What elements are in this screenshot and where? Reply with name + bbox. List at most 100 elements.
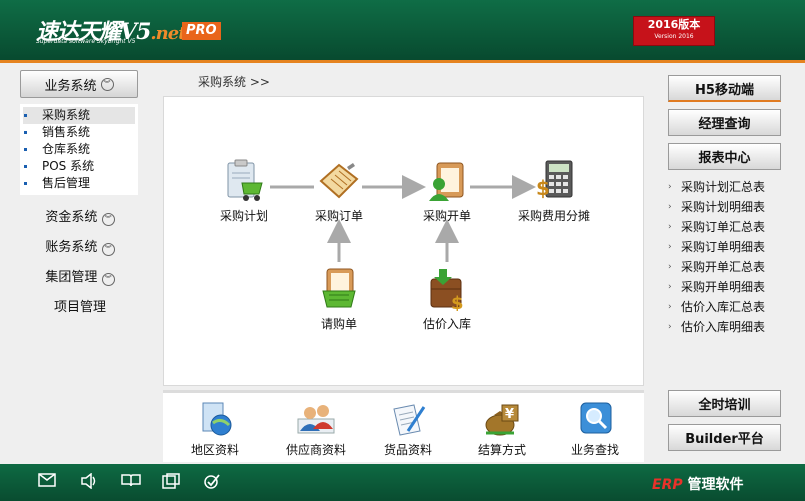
chevron-right-icon: › <box>668 242 672 252</box>
chevron-right-icon: › <box>668 322 672 332</box>
report-link-label: 估价入库汇总表 <box>681 300 766 314</box>
erp-brand-erp: ERP <box>652 477 683 493</box>
bullet-icon <box>24 114 27 117</box>
report-list: › 采购计划汇总表 › 采购计划明细表 › 采购订单汇总表 › 采购订单明细表 › 采购开… <box>668 177 782 337</box>
h5-mobile-button[interactable]: H5移动端 <box>668 75 781 102</box>
bottom-shortcuts: 地区资料 供应商资料 货品资料 ¥ 结算方式 业务查找 <box>163 390 644 462</box>
report-link[interactable]: › 采购计划汇总表 <box>668 177 782 197</box>
shortcut-goods[interactable]: 货品资料 <box>363 401 453 458</box>
clipboard-cart-icon <box>222 159 266 203</box>
report-link-label: 估价入库明细表 <box>681 320 766 334</box>
bullet-icon <box>24 182 27 185</box>
report-link[interactable]: › 采购开单明细表 <box>668 277 782 297</box>
bullet-icon <box>24 148 27 151</box>
chevron-right-icon: › <box>668 282 672 292</box>
flow-node-cost[interactable]: $ 采购费用分摊 <box>509 159 599 224</box>
chevron-right-icon: › <box>668 202 672 212</box>
report-link-label: 采购订单明细表 <box>681 240 766 254</box>
nav-group-label: 项目管理 <box>53 300 106 315</box>
money-box-icon: $ <box>425 267 469 314</box>
chevron-right-icon: › <box>668 222 672 232</box>
flow-node-order[interactable]: 采购订单 <box>294 159 384 224</box>
erp-brand: ERP 管理软件 <box>652 474 743 494</box>
shortcut-search[interactable]: 业务查找 <box>550 401 640 458</box>
chevron-down-icon: ︾ <box>101 272 115 286</box>
sub-item-label: 售后管理 <box>42 176 91 190</box>
mail-icon[interactable] <box>37 473 57 491</box>
shortcut-label: 结算方式 <box>477 443 526 457</box>
sub-item-purchase[interactable]: 采购系统 <box>23 107 135 124</box>
user-document-icon <box>425 159 469 203</box>
shortcut-label: 货品资料 <box>383 443 432 457</box>
sub-item-label: 仓库系统 <box>42 142 91 156</box>
nav-group-label: 资金系统 <box>45 210 98 225</box>
report-link[interactable]: › 采购计划明细表 <box>668 197 782 217</box>
svg-text:$: $ <box>536 176 550 200</box>
sub-item-sales[interactable]: 销售系统 <box>20 124 138 141</box>
flow-node-label: 采购开单 <box>422 209 471 223</box>
breadcrumb: 采购系统 >> <box>198 75 270 89</box>
notebook-icon <box>317 159 361 203</box>
shortcut-label: 地区资料 <box>190 443 239 457</box>
report-center-button[interactable]: 报表中心 <box>668 143 781 170</box>
nav-group-accounts[interactable]: 账务系统 ︾ <box>20 233 140 263</box>
chevron-down-icon: ︾ <box>100 77 114 91</box>
report-link-label: 采购计划汇总表 <box>681 180 766 194</box>
left-nav: 业务系统 ︾ 采购系统 销售系统 仓库系统 POS 系统 售后管理 资金系统 ︾… <box>20 70 140 390</box>
chevron-right-icon: › <box>668 302 672 312</box>
training-button[interactable]: 全时培训 <box>668 390 781 417</box>
magnifier-icon <box>575 401 615 437</box>
manager-query-button[interactable]: 经理查询 <box>668 109 781 136</box>
sub-item-label: 采购系统 <box>42 108 91 122</box>
bullet-icon <box>24 165 27 168</box>
flow-panel: 采购计划 采购订单 采购开单 $ 采购费用分摊 请购单 $ 估价入库 <box>163 96 644 386</box>
report-link[interactable]: › 采购开单汇总表 <box>668 257 782 277</box>
flow-node-plan[interactable]: 采购计划 <box>199 159 289 224</box>
chevron-right-icon: › <box>668 182 672 192</box>
app-header: 速达天耀V5.net Superdata software Skybright … <box>0 0 805 60</box>
report-link[interactable]: › 估价入库汇总表 <box>668 297 782 317</box>
nav-group-label: 账务系统 <box>45 240 98 255</box>
right-bottom-buttons: 全时培训 Builder平台 <box>668 390 782 458</box>
report-link[interactable]: › 采购订单明细表 <box>668 237 782 257</box>
flow-node-estimate[interactable]: $ 估价入库 <box>402 267 492 332</box>
shortcut-label: 供应商资料 <box>285 443 346 457</box>
version-sub: Version 2016 <box>654 33 694 40</box>
shortcut-region[interactable]: 地区资料 <box>170 401 260 458</box>
check-icon[interactable] <box>202 473 222 491</box>
version-main: 2016版本 <box>647 18 701 31</box>
sound-icon[interactable] <box>79 472 99 491</box>
business-system-button[interactable]: 业务系统 ︾ <box>20 70 138 98</box>
window-icon[interactable] <box>161 473 181 491</box>
report-link[interactable]: › 估价入库明细表 <box>668 317 782 337</box>
nav-group-label: 集团管理 <box>45 270 98 285</box>
chevron-down-icon: ︾ <box>101 242 115 256</box>
sub-item-pos[interactable]: POS 系统 <box>20 158 138 175</box>
report-link[interactable]: › 采购订单汇总表 <box>668 217 782 237</box>
bullet-icon <box>24 131 27 134</box>
basket-document-icon <box>317 267 361 311</box>
nav-group-project[interactable]: 项目管理 <box>20 293 140 323</box>
right-panel: H5移动端 经理查询 报表中心 › 采购计划汇总表 › 采购计划明细表 › 采购订单汇… <box>668 75 782 337</box>
report-link-label: 采购订单汇总表 <box>681 220 766 234</box>
sub-item-label: 销售系统 <box>42 125 91 139</box>
chevron-right-icon: › <box>668 262 672 272</box>
book-icon[interactable] <box>121 473 141 491</box>
report-link-label: 采购计划明细表 <box>681 200 766 214</box>
svg-text:¥: ¥ <box>505 407 514 422</box>
flow-arrows <box>270 175 536 262</box>
flow-node-invoice[interactable]: 采购开单 <box>402 159 492 224</box>
flow-node-request[interactable]: 请购单 <box>294 267 384 332</box>
shortcut-supplier[interactable]: 供应商资料 <box>271 401 361 458</box>
app-logo: 速达天耀V5.net Superdata software Skybright … <box>36 14 187 46</box>
sub-item-aftersales[interactable]: 售后管理 <box>20 175 138 192</box>
shortcut-settlement[interactable]: ¥ 结算方式 <box>457 401 547 458</box>
nav-group-funds[interactable]: 资金系统 ︾ <box>20 203 140 233</box>
nav-group-group[interactable]: 集团管理 ︾ <box>20 263 140 293</box>
logo-net: .net <box>150 23 186 44</box>
sub-item-warehouse[interactable]: 仓库系统 <box>20 141 138 158</box>
report-link-label: 采购开单汇总表 <box>681 260 766 274</box>
builder-platform-button[interactable]: Builder平台 <box>668 424 781 451</box>
flow-node-label: 采购计划 <box>219 209 268 223</box>
flow-node-label: 采购订单 <box>314 209 363 223</box>
